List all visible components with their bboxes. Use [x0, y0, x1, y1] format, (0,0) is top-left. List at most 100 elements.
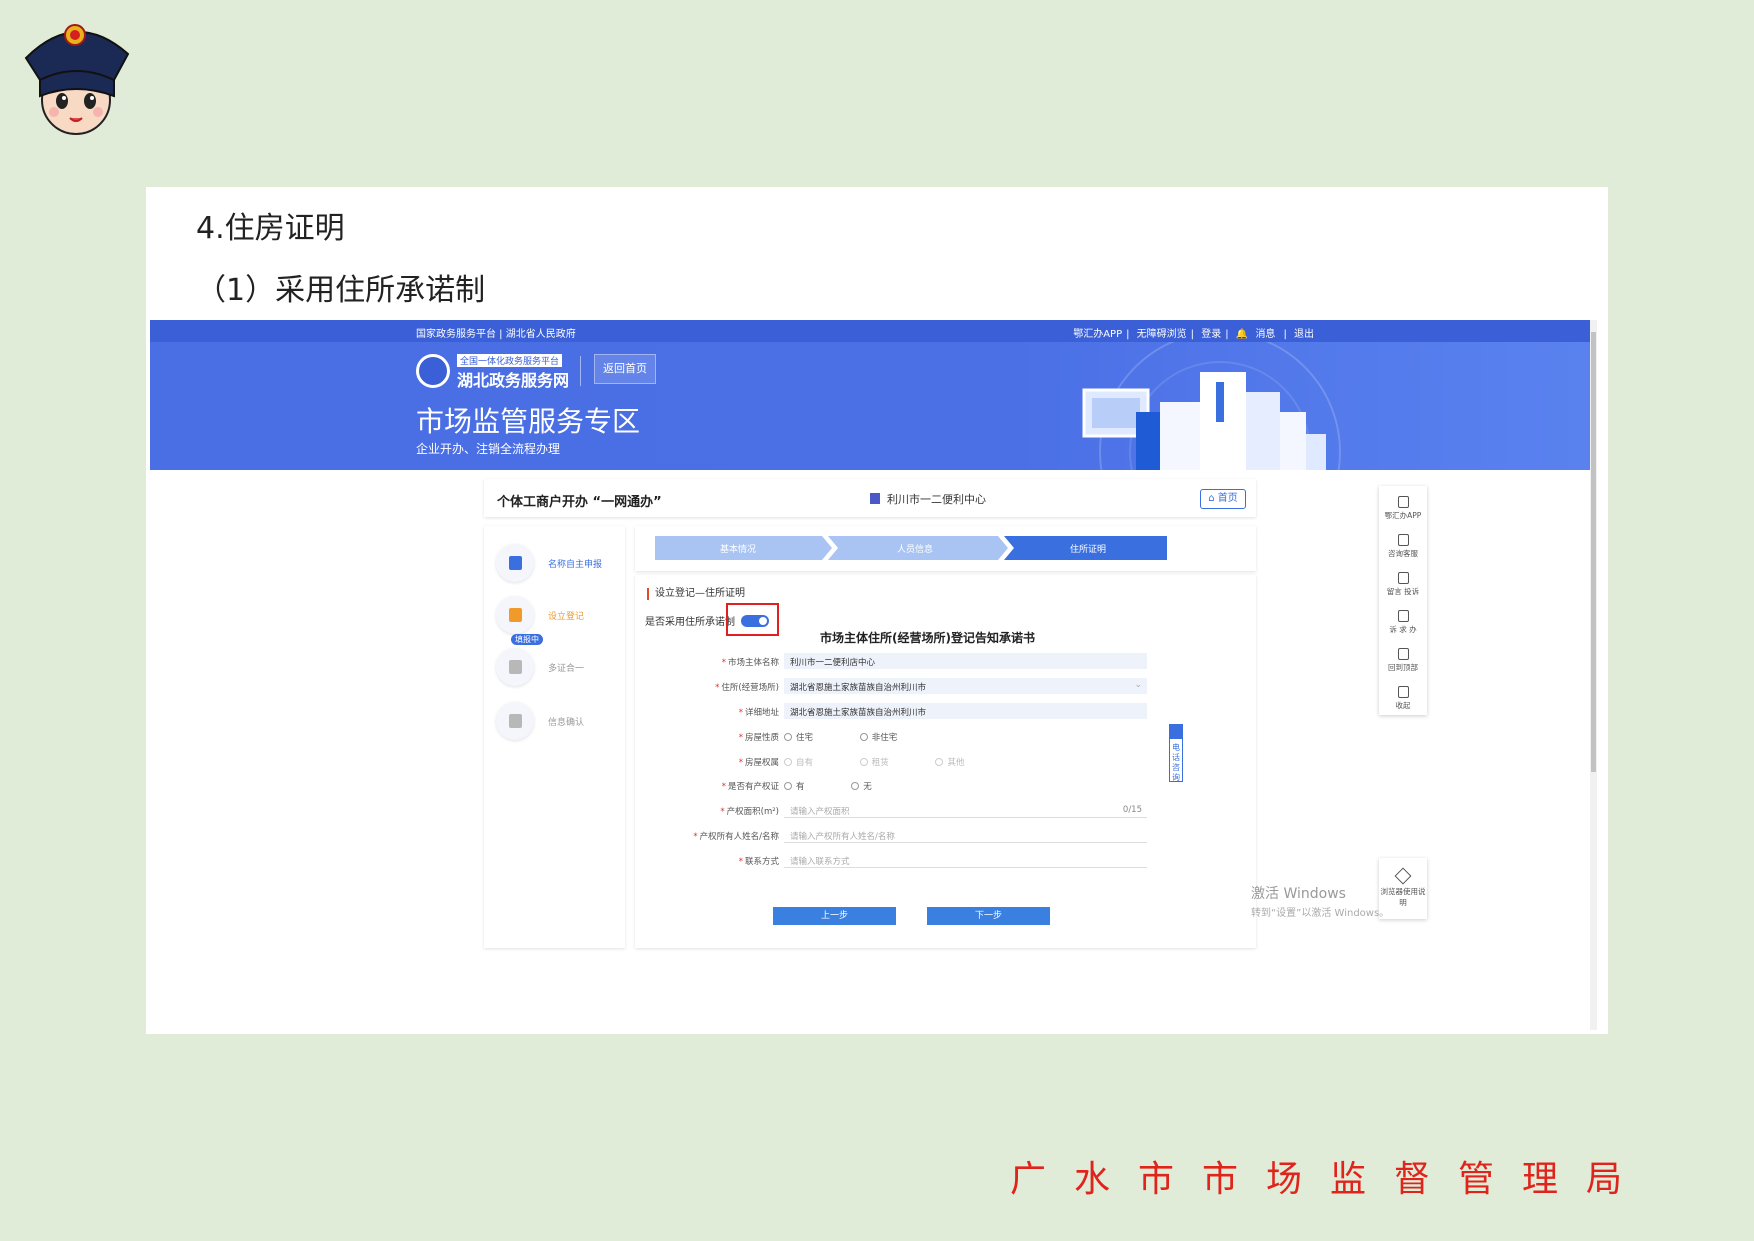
float-collapse-button[interactable]: 收起 [1379, 686, 1427, 711]
field-residence: * 住所(经营场所) 湖北省恩施土家族苗族自治州利川市 ⌄ [635, 678, 1256, 696]
radio-leased[interactable]: 租赁 [859, 758, 911, 768]
home-button[interactable]: ⌂ 首页 [1200, 489, 1246, 509]
portal-screenshot: 国家政务服务平台 | 湖北省人民政府 鄂汇办APP | 无障碍浏览 | 登录 | 🔔 … [150, 320, 1597, 1030]
logo-divider [580, 356, 581, 386]
topbar-logout-link[interactable]: 退出 [1294, 329, 1314, 340]
field-address: * 详细地址 湖北省恩施土家族苗族自治州利川市 [635, 703, 1256, 721]
message-icon [1397, 572, 1409, 584]
step-1: 基本情况 [720, 543, 756, 554]
topbar-left[interactable]: 国家政务服务平台 | 湖北省人民政府 [416, 325, 576, 340]
float-panel: 鄂汇办APP 咨询客服 留言 投诉 诉 求 办 回到顶部 收起 [1379, 486, 1427, 715]
footer-organization: 广水市市场监督管理局 [1010, 1159, 1651, 1200]
topbar-messages-label: 消息 [1255, 329, 1276, 340]
appeal-icon [1397, 610, 1409, 622]
chevron-down-icon: ⌄ [1134, 680, 1142, 690]
watermark-line1: 激活 Windows [1251, 886, 1346, 902]
owner-name-input[interactable]: 请输入产权所有人姓名/名称 [784, 827, 1147, 843]
emblem-icon [416, 354, 450, 388]
residence-form: 设立登记—住所证明 是否采用住所承诺制 市场主体住所(经营场所)登记告知承诺书 … [635, 575, 1256, 948]
radio-no[interactable]: 无 [851, 782, 894, 792]
scrollbar-thumb[interactable] [1591, 332, 1596, 772]
commitment-toggle-label: 是否采用住所承诺制 [645, 617, 735, 628]
radio-non-residential[interactable]: 非住宅 [859, 733, 920, 743]
char-counter: 0/15 [1122, 805, 1142, 815]
field-label: * 产权面积(m²) [720, 807, 779, 817]
radio-label: 无 [863, 782, 872, 792]
radio-label: 有 [796, 782, 805, 792]
mascot-illustration [24, 24, 130, 135]
slide-subheading: （1）采用住所承诺制 [196, 273, 486, 308]
scrollbar[interactable] [1590, 320, 1597, 1030]
float-item-label: 鄂汇办APP [1384, 511, 1422, 520]
float-item-label: 留言 投诉 [1386, 587, 1420, 596]
sidebar-item-multi-cert[interactable]: 多证合一 [496, 648, 621, 688]
logo-tag: 全国一体化政务服务平台 [457, 354, 563, 367]
residence-select[interactable]: 湖北省恩施土家族苗族自治州利川市 ⌄ [784, 678, 1147, 694]
radio-other[interactable]: 其他 [935, 758, 986, 768]
phone-icon [1397, 496, 1409, 508]
radio-label: 其他 [947, 758, 965, 768]
field-label-text: 房屋权属 [744, 758, 779, 768]
float-item-label: 回到顶部 [1388, 663, 1418, 672]
radio-label: 非住宅 [871, 733, 898, 743]
sidebar-item-name-declaration[interactable]: 名称自主申报 [496, 544, 621, 584]
field-label-text: 住所(经营场所) [721, 683, 779, 693]
entity-name-input[interactable]: 利川市一二便利店中心 [784, 653, 1147, 669]
logo-name[interactable]: 湖北政务服务网 [457, 367, 569, 391]
float-top-button[interactable]: 回到顶部 [1379, 648, 1427, 673]
slide-heading: 4.住房证明 [196, 211, 345, 246]
step-2: 人员信息 [897, 543, 933, 554]
float-request-button[interactable]: 诉 求 办 [1379, 610, 1427, 635]
field-label: * 是否有产权证 [721, 782, 779, 792]
step-tracker: 基本情况 人员信息 住所证明 [635, 526, 1256, 571]
field-label-text: 产权所有人姓名/名称 [699, 832, 779, 842]
document-icon [496, 544, 534, 582]
headset-icon [1397, 534, 1409, 546]
radio-owned[interactable]: 自有 [784, 758, 835, 768]
sidebar-item-label: 名称自主申报 [548, 560, 603, 570]
float-app-button[interactable]: 鄂汇办APP [1379, 496, 1427, 521]
float-item-label: 咨询客服 [1388, 549, 1418, 558]
topbar-messages-link[interactable]: 🔔 消息 [1236, 329, 1280, 340]
contact-input[interactable]: 请输入联系方式 [784, 852, 1147, 868]
topbar-login-link[interactable]: 登录 [1201, 329, 1221, 340]
float-complaint-button[interactable]: 留言 投诉 [1379, 572, 1427, 597]
watermark-line2: 转到“设置”以激活 Windows。 [1251, 908, 1390, 919]
topbar-app-link[interactable]: 鄂汇办APP [1073, 329, 1122, 340]
field-label-text: 联系方式 [744, 857, 779, 867]
section-title: 设立登记—住所证明 [647, 588, 745, 600]
collapse-icon [1397, 686, 1409, 698]
field-contact: * 联系方式 请输入联系方式 [635, 852, 1256, 870]
property-cert-radios: 有 无 [784, 780, 916, 792]
sidebar-item-registration[interactable]: 设立登记 填报中 [496, 596, 621, 645]
banner-title: 市场监管服务专区 [416, 405, 641, 438]
radio-yes[interactable]: 有 [784, 782, 827, 792]
next-button[interactable]: 下一步 [927, 907, 1050, 925]
city-illustration [1082, 342, 1341, 470]
topbar-right: 鄂汇办APP | 无障碍浏览 | 登录 | 🔔 消息 | 退出 [1073, 329, 1314, 340]
float-service-button[interactable]: 咨询客服 [1379, 534, 1427, 559]
field-label: * 产权所有人姓名/名称 [693, 832, 779, 842]
back-home-button[interactable]: 返回首页 [594, 354, 656, 384]
float-item-label: 收起 [1395, 701, 1411, 710]
field-property-cert: * 是否有产权证 有 无 [635, 777, 1256, 795]
phone-consult-tab[interactable]: 电话咨询 [1169, 724, 1183, 782]
field-label-text: 市场主体名称 [727, 658, 779, 668]
sidebar-item-confirm[interactable]: 信息确认 [496, 702, 621, 742]
step-arrows: 基本情况 人员信息 住所证明 [655, 536, 1167, 560]
radio-label: 自有 [796, 758, 814, 768]
pen-icon [1394, 867, 1412, 885]
slide-card: 4.住房证明 （1）采用住所承诺制 国家政务服务平台 | 湖北省人民政府 鄂汇办… [146, 187, 1608, 1034]
field-label: * 联系方式 [738, 857, 779, 867]
field-label: * 房屋性质 [738, 733, 779, 743]
area-placeholder: 请输入产权面积 [790, 807, 850, 817]
area-input[interactable]: 请输入产权面积 0/15 [784, 802, 1147, 818]
field-entity-name: * 市场主体名称 利川市一二便利店中心 [635, 653, 1256, 671]
topbar-accessibility-link[interactable]: 无障碍浏览 [1137, 329, 1187, 340]
prev-button[interactable]: 上一步 [773, 907, 896, 925]
field-label-text: 是否有产权证 [727, 782, 779, 792]
portal-banner: 全国一体化政务服务平台 湖北政务服务网 返回首页 市场监管服务专区 企业开办、注… [150, 342, 1590, 470]
radio-residential[interactable]: 住宅 [784, 733, 835, 743]
field-label-text: 详细地址 [744, 708, 779, 718]
address-input[interactable]: 湖北省恩施土家族苗族自治州利川市 [784, 703, 1147, 719]
